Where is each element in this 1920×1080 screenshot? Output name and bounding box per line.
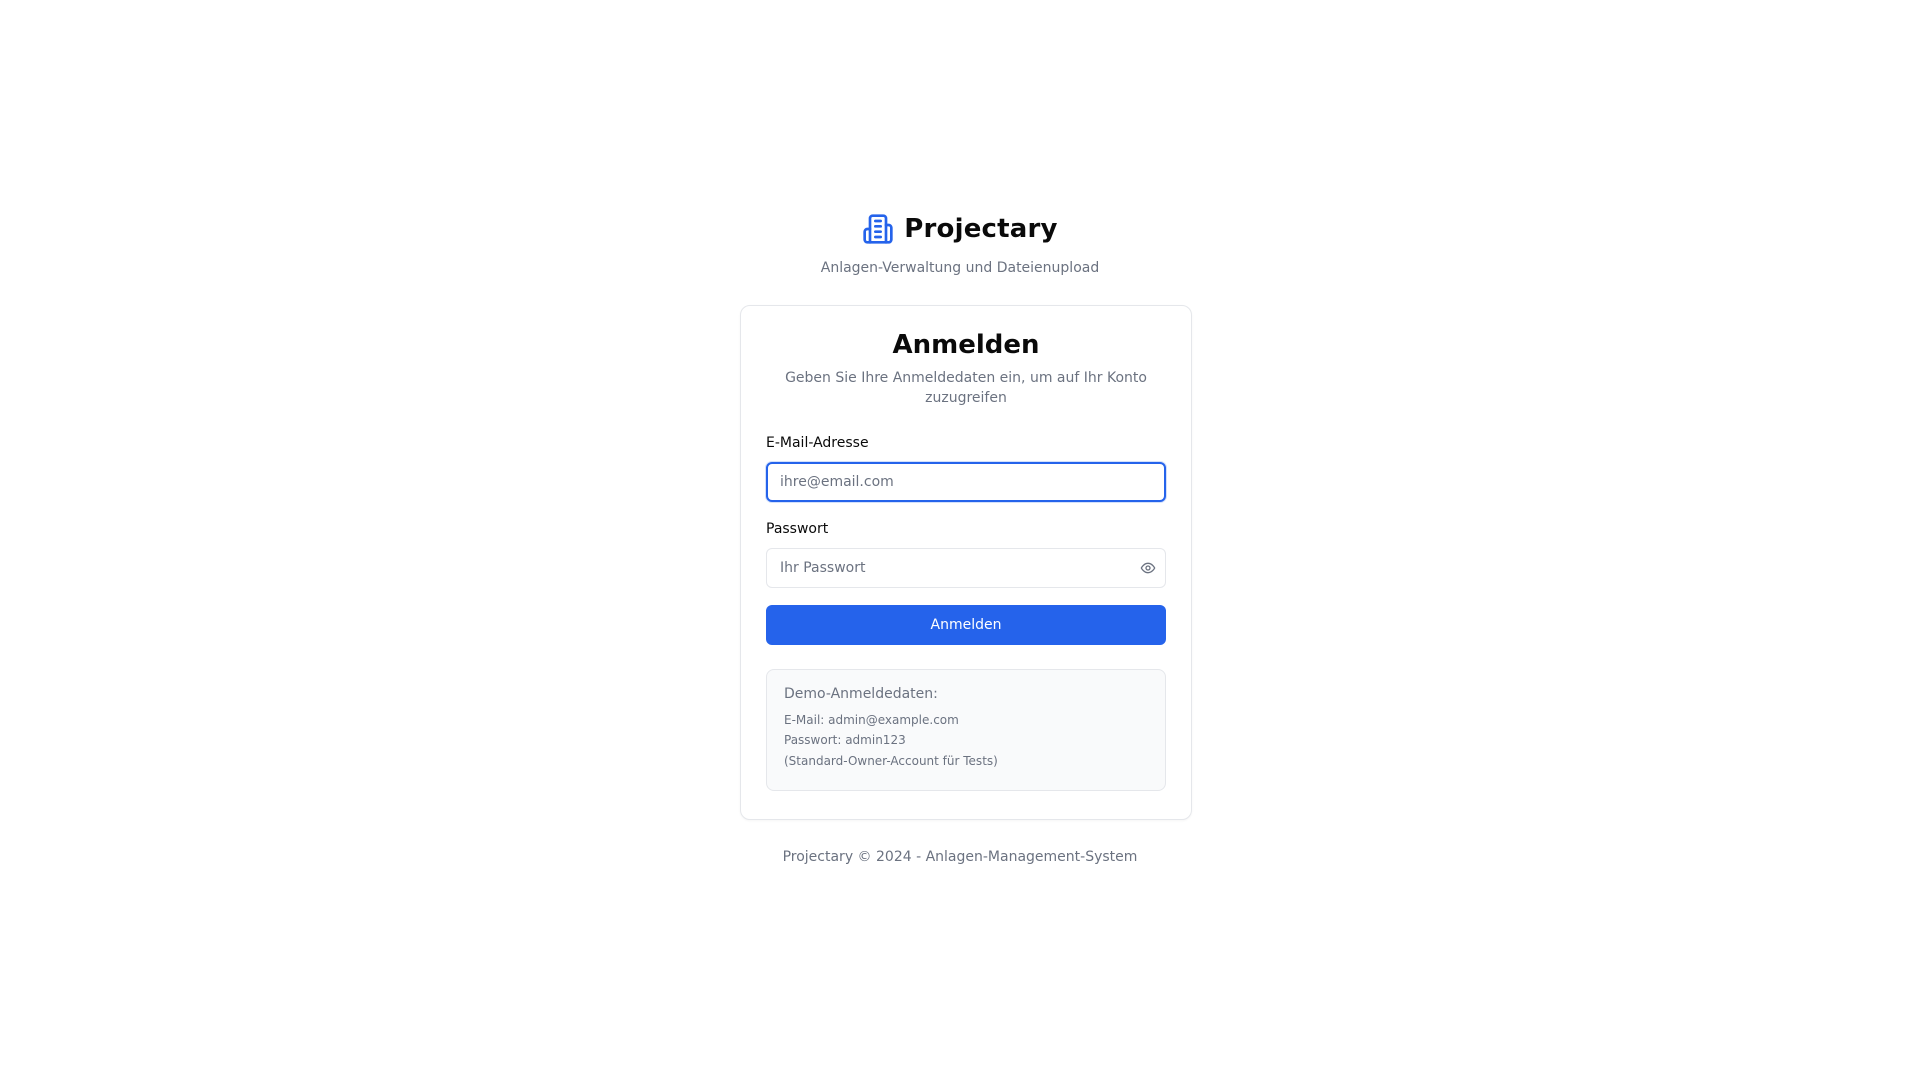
email-label: E-Mail-Adresse <box>766 435 869 451</box>
demo-credentials-box: Demo-Anmeldedaten: E-Mail: admin@example… <box>766 669 1166 791</box>
login-page: Projectary Anlagen-Verwaltung und Dateie… <box>0 0 1920 1080</box>
demo-title: Demo-Anmeldedaten: <box>784 686 938 702</box>
login-description: Geben Sie Ihre Anmeldedaten ein, um auf … <box>785 370 1147 406</box>
login-card: Anmelden Geben Sie Ihre Anmeldedaten ein… <box>740 305 1192 820</box>
email-field-wrap <box>766 462 1166 502</box>
brand-header: Projectary Anlagen-Verwaltung und Dateie… <box>0 210 1920 276</box>
login-button[interactable]: Anmelden <box>766 605 1166 645</box>
brand-subtitle: Anlagen-Verwaltung und Dateienupload <box>820 260 1100 276</box>
brand-row: Projectary <box>862 210 1058 248</box>
password-field[interactable] <box>766 548 1166 588</box>
demo-email: E-Mail: admin@example.com <box>784 713 959 727</box>
brand-name: Projectary <box>904 214 1058 244</box>
email-field[interactable] <box>766 462 1166 502</box>
login-title: Anmelden <box>892 330 1040 360</box>
demo-lines: E-Mail: admin@example.com Passwort: admi… <box>784 710 1148 750</box>
password-label: Passwort <box>766 521 829 537</box>
password-field-wrap <box>766 548 1166 588</box>
eye-icon[interactable] <box>1140 560 1156 576</box>
demo-password: Passwort: admin123 <box>784 733 906 747</box>
building-icon <box>862 213 894 245</box>
demo-note: (Standard-Owner-Account für Tests) <box>784 754 998 768</box>
footer-text: Projectary © 2024 - Anlagen-Management-S… <box>782 849 1138 865</box>
